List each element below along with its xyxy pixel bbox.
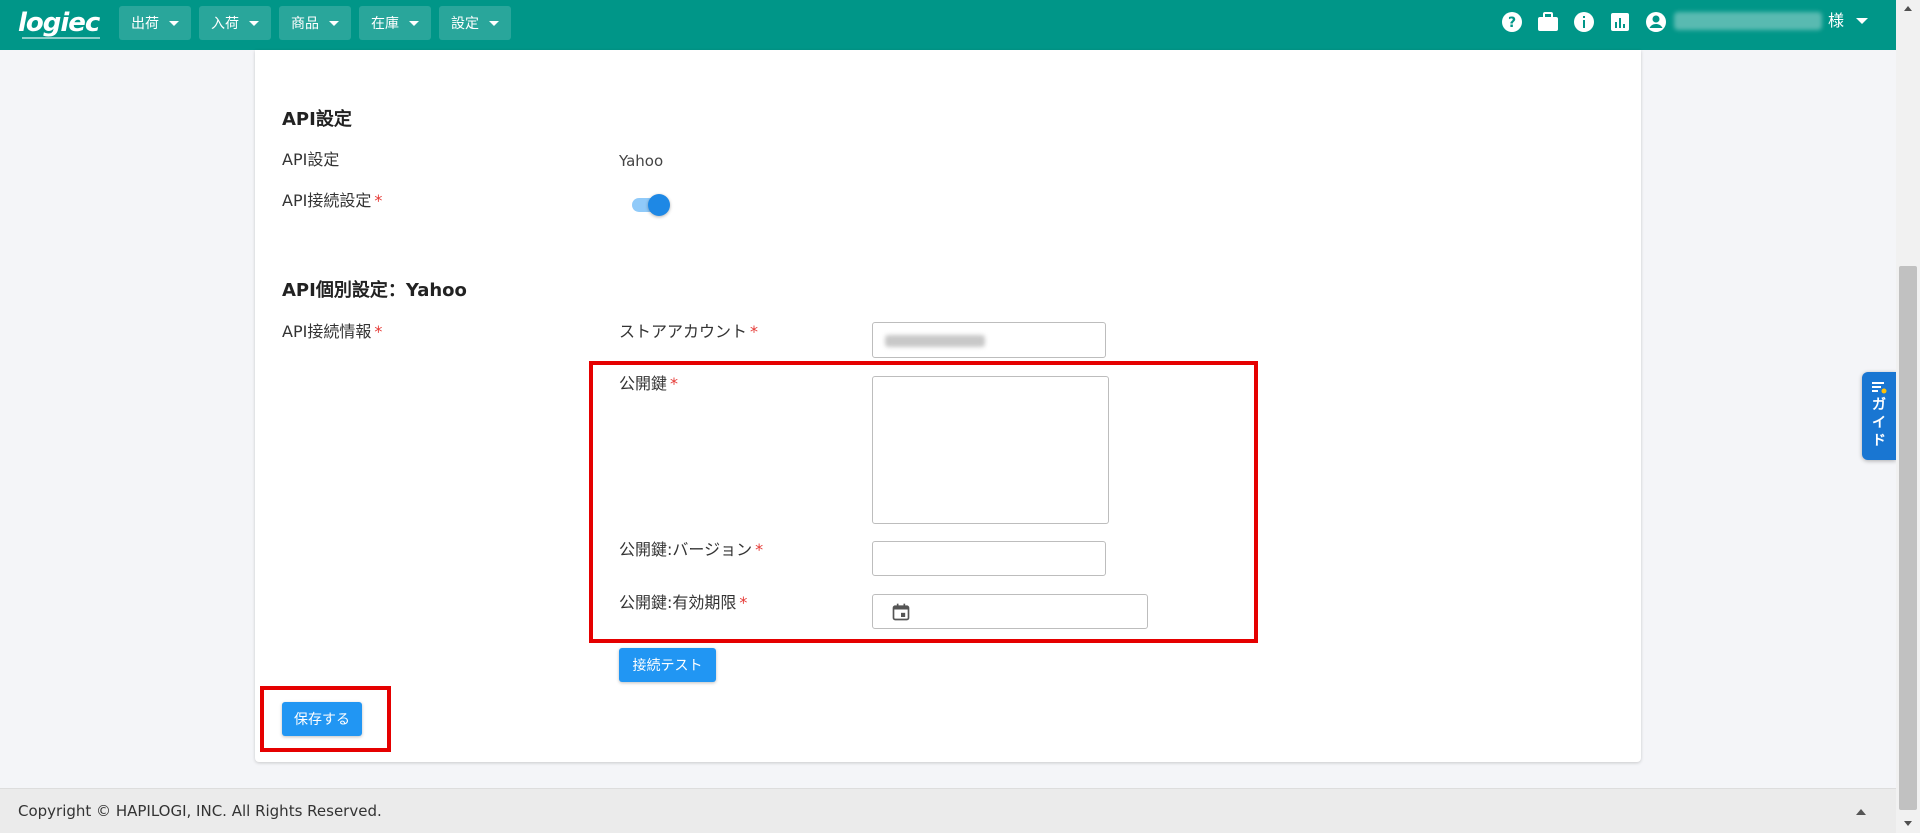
calendar-icon[interactable] xyxy=(891,602,911,622)
api-info-label-text: API接続情報 xyxy=(282,322,372,341)
chevron-down-icon xyxy=(409,20,419,26)
copyright-text: Copyright © HAPILOGI, INC. All Rights Re… xyxy=(18,802,382,820)
store-account-label-text: ストアアカウント xyxy=(619,322,748,341)
public-key-expiry-label-text: 公開鍵:有効期限 xyxy=(619,593,737,612)
guide-list-icon xyxy=(1871,380,1887,394)
public-key-textarea[interactable] xyxy=(872,376,1109,524)
info-icon[interactable] xyxy=(1572,10,1596,34)
api-connection-label-text: API接続設定 xyxy=(282,191,372,210)
nav-inventory-menu[interactable]: 在庫 xyxy=(359,6,431,40)
store-account-value-redacted xyxy=(885,335,985,347)
api-connection-toggle[interactable] xyxy=(632,192,674,218)
chevron-down-icon xyxy=(249,20,259,26)
scroll-up-arrow-icon[interactable] xyxy=(1904,6,1912,11)
public-key-version-label-text: 公開鍵:バージョン xyxy=(619,540,753,559)
test-connection-button[interactable]: 接続テスト xyxy=(619,648,716,682)
chevron-down-icon xyxy=(329,20,339,26)
required-marker: * xyxy=(739,593,748,612)
nav-inventory-label: 在庫 xyxy=(371,16,399,32)
nav-shipping-menu[interactable]: 出荷 xyxy=(119,6,191,40)
page-footer: Copyright © HAPILOGI, INC. All Rights Re… xyxy=(0,788,1896,833)
account-icon[interactable] xyxy=(1644,10,1668,34)
individual-settings-heading: API個別設定：Yahoo xyxy=(282,280,467,301)
nav-settings-menu[interactable]: 設定 xyxy=(439,6,511,40)
api-setting-label: API設定 xyxy=(282,150,340,169)
settings-card: API設定 API設定 Yahoo API接続設定 * API個別設定：Yahoo… xyxy=(255,50,1641,762)
logo-underline xyxy=(22,37,100,39)
user-menu-chevron-icon[interactable] xyxy=(1856,18,1868,24)
user-name-redacted xyxy=(1674,12,1822,30)
save-button[interactable]: 保存する xyxy=(282,702,362,736)
toggle-knob xyxy=(648,194,670,216)
header-icon-group: ? xyxy=(1500,10,1668,34)
public-key-version-input[interactable] xyxy=(872,541,1106,576)
public-key-label-text: 公開鍵 xyxy=(619,374,668,393)
public-key-expiry-date-input[interactable] xyxy=(872,594,1148,629)
chevron-down-icon xyxy=(489,20,499,26)
main-nav: 出荷 入荷 商品 在庫 設定 xyxy=(119,6,511,40)
help-icon[interactable]: ? xyxy=(1500,10,1524,34)
nav-receiving-label: 入荷 xyxy=(211,16,239,32)
store-account-input[interactable] xyxy=(872,322,1106,358)
public-key-version-label: 公開鍵:バージョン * xyxy=(619,539,763,561)
svg-text:?: ? xyxy=(1508,15,1516,31)
required-marker: * xyxy=(374,191,383,210)
guide-tab[interactable]: ガイド xyxy=(1862,372,1896,460)
guide-label: ガイド xyxy=(1872,397,1886,449)
api-connection-label: API接続設定 * xyxy=(282,190,382,212)
top-navigation-bar: logiec 出荷 入荷 商品 在庫 設定 ? 様 xyxy=(0,0,1896,50)
nav-receiving-menu[interactable]: 入荷 xyxy=(199,6,271,40)
nav-settings-label: 設定 xyxy=(451,16,479,32)
chart-icon[interactable] xyxy=(1608,10,1632,34)
chevron-down-icon xyxy=(169,20,179,26)
nav-shipping-label: 出荷 xyxy=(131,16,159,32)
api-setting-value: Yahoo xyxy=(619,152,664,170)
required-marker: * xyxy=(374,322,383,341)
scroll-to-top-icon[interactable] xyxy=(1856,809,1866,815)
required-marker: * xyxy=(750,322,759,341)
store-account-label: ストアアカウント * xyxy=(619,321,758,343)
scroll-down-arrow-icon[interactable] xyxy=(1904,821,1912,826)
logiec-logo[interactable]: logiec xyxy=(18,8,100,38)
public-key-expiry-label: 公開鍵:有効期限 * xyxy=(619,592,747,614)
api-settings-heading: API設定 xyxy=(282,109,352,130)
scrollbar-thumb[interactable] xyxy=(1899,266,1917,810)
user-honorific: 様 xyxy=(1828,11,1845,30)
public-key-label: 公開鍵 * xyxy=(619,373,678,395)
vertical-scrollbar[interactable] xyxy=(1896,0,1920,833)
nav-products-menu[interactable]: 商品 xyxy=(279,6,351,40)
required-marker: * xyxy=(755,540,764,559)
briefcase-icon[interactable] xyxy=(1536,10,1560,34)
nav-products-label: 商品 xyxy=(291,16,319,32)
api-info-label: API接続情報 * xyxy=(282,321,382,343)
required-marker: * xyxy=(670,374,679,393)
